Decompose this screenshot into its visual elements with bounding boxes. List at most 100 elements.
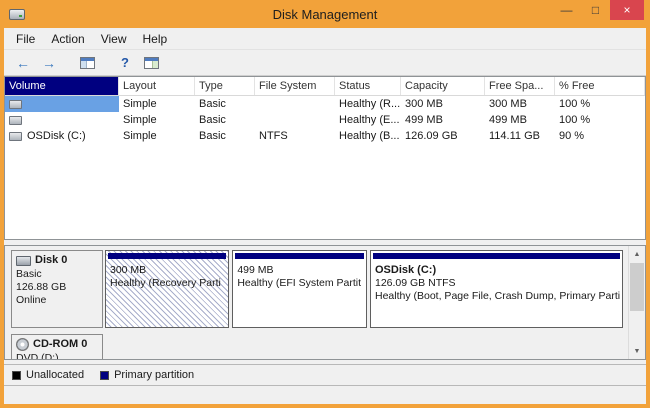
column-header-file-system[interactable]: File System: [255, 77, 335, 95]
vertical-scrollbar[interactable]: ▲ ▼: [628, 246, 645, 359]
cdrom-title: CD-ROM 0: [16, 338, 98, 351]
disk0-info[interactable]: Disk 0 Basic 126.88 GB Online: [11, 250, 103, 328]
action-pane-icon: [144, 57, 159, 69]
unallocated-swatch: [12, 371, 21, 380]
graphical-view: Disk 0 Basic 126.88 GB Online 300 MB Hea…: [4, 245, 646, 360]
layout-cell: Simple: [119, 112, 195, 128]
partition-status: Healthy (Boot, Page File, Crash Dump, Pr…: [375, 290, 618, 303]
pct-free-cell: 90 %: [555, 128, 645, 144]
back-button[interactable]: ←: [12, 53, 34, 73]
close-button[interactable]: ×: [610, 0, 644, 20]
volume-list-header: Volume Layout Type File System Status Ca…: [5, 77, 645, 96]
partition-name: OSDisk (C:): [375, 264, 618, 277]
menu-bar: File Action View Help: [4, 28, 646, 50]
disk0-status: Online: [16, 294, 98, 307]
file-system-cell: [255, 112, 335, 128]
disk-drive-icon: [9, 9, 25, 20]
legend-label: Unallocated: [26, 369, 84, 381]
file-system-cell: NTFS: [255, 128, 335, 144]
primary-partition-strip: [108, 253, 226, 259]
capacity-cell: 300 MB: [401, 96, 485, 112]
legend-item-unallocated: Unallocated: [12, 369, 84, 381]
disk0-partitions: 300 MB Healthy (Recovery Parti 499 MB He…: [105, 250, 623, 328]
volume-name: OSDisk (C:): [27, 128, 86, 144]
volume-list: Volume Layout Type File System Status Ca…: [4, 76, 646, 240]
disk0-title: Disk 0: [16, 254, 98, 267]
column-header-capacity[interactable]: Capacity: [401, 77, 485, 95]
pct-free-cell: 100 %: [555, 112, 645, 128]
capacity-cell: 499 MB: [401, 112, 485, 128]
partition-osdisk[interactable]: OSDisk (C:) 126.09 GB NTFS Healthy (Boot…: [370, 250, 623, 328]
volume-icon: [9, 100, 22, 109]
forward-button[interactable]: →: [38, 53, 60, 73]
disk0-row: Disk 0 Basic 126.88 GB Online 300 MB Hea…: [11, 250, 623, 328]
cdrom-info[interactable]: CD-ROM 0 DVD (D:): [11, 334, 103, 360]
legend: Unallocated Primary partition: [4, 364, 646, 386]
layout-cell: Simple: [119, 96, 195, 112]
disk0-name: Disk 0: [35, 254, 67, 267]
partition-size: 126.09 GB NTFS: [375, 277, 618, 290]
partition-efi[interactable]: 499 MB Healthy (EFI System Partit: [232, 250, 367, 328]
console-tree-icon: [80, 57, 95, 69]
scroll-up-icon[interactable]: ▲: [629, 246, 645, 262]
volume-row-recovery[interactable]: Simple Basic Healthy (R... 300 MB 300 MB…: [5, 96, 645, 112]
column-header-free-space[interactable]: Free Spa...: [485, 77, 555, 95]
action-pane-button[interactable]: [140, 53, 162, 73]
column-header-type[interactable]: Type: [195, 77, 255, 95]
volume-icon: [9, 132, 22, 141]
partition-recovery[interactable]: 300 MB Healthy (Recovery Parti: [105, 250, 229, 328]
menu-file[interactable]: File: [8, 29, 43, 49]
scroll-down-icon[interactable]: ▼: [629, 343, 645, 359]
free-space-cell: 114.11 GB: [485, 128, 555, 144]
disk0-size: 126.88 GB: [16, 281, 98, 294]
window-content: File Action View Help ← → ? Volume Layou…: [4, 28, 646, 404]
minimize-button[interactable]: —: [552, 0, 581, 20]
cd-rom-icon: [16, 338, 29, 351]
legend-label: Primary partition: [114, 369, 194, 381]
cdrom-row: CD-ROM 0 DVD (D:): [11, 334, 623, 360]
menu-action[interactable]: Action: [43, 29, 92, 49]
maximize-button[interactable]: □: [581, 0, 610, 20]
column-header-layout[interactable]: Layout: [119, 77, 195, 95]
column-header-status[interactable]: Status: [335, 77, 401, 95]
volume-name-cell: [5, 96, 119, 112]
primary-partition-swatch: [100, 371, 109, 380]
app-icon[interactable]: [9, 9, 25, 20]
cdrom-media: DVD (D:): [16, 352, 98, 360]
window-controls: — □ ×: [552, 0, 644, 20]
menu-view[interactable]: View: [93, 29, 135, 49]
primary-partition-strip: [373, 253, 620, 259]
toolbar: ← → ?: [4, 50, 646, 76]
titlebar: Disk Management — □ ×: [0, 0, 650, 28]
column-header-volume[interactable]: Volume: [5, 77, 119, 95]
type-cell: Basic: [195, 128, 255, 144]
console-tree-button[interactable]: [76, 53, 98, 73]
pct-free-cell: 100 %: [555, 96, 645, 112]
disk-management-window: Disk Management — □ × File Action View H…: [0, 0, 650, 408]
free-space-cell: 300 MB: [485, 96, 555, 112]
disk0-type: Basic: [16, 268, 98, 281]
free-space-cell: 499 MB: [485, 112, 555, 128]
cdrom-name: CD-ROM 0: [33, 338, 87, 351]
capacity-cell: 126.09 GB: [401, 128, 485, 144]
status-cell: Healthy (E...: [335, 112, 401, 128]
layout-cell: Simple: [119, 128, 195, 144]
volume-name-cell: [5, 112, 119, 128]
file-system-cell: [255, 96, 335, 112]
scrollbar-thumb[interactable]: [630, 263, 644, 311]
partition-status: Healthy (EFI System Partit: [237, 277, 362, 290]
partition-size: 499 MB: [237, 264, 362, 277]
volume-icon: [9, 116, 22, 125]
legend-item-primary-partition: Primary partition: [100, 369, 194, 381]
disk-icon: [16, 256, 31, 266]
type-cell: Basic: [195, 112, 255, 128]
partition-status: Healthy (Recovery Parti: [110, 277, 224, 290]
volume-row-efi[interactable]: Simple Basic Healthy (E... 499 MB 499 MB…: [5, 112, 645, 128]
column-header-pct-free[interactable]: % Free: [555, 77, 645, 95]
menu-help[interactable]: Help: [135, 29, 176, 49]
status-cell: Healthy (B...: [335, 128, 401, 144]
status-area: [4, 386, 646, 404]
help-button[interactable]: ?: [114, 53, 136, 73]
volume-row-osdisk[interactable]: OSDisk (C:) Simple Basic NTFS Healthy (B…: [5, 128, 645, 144]
type-cell: Basic: [195, 96, 255, 112]
